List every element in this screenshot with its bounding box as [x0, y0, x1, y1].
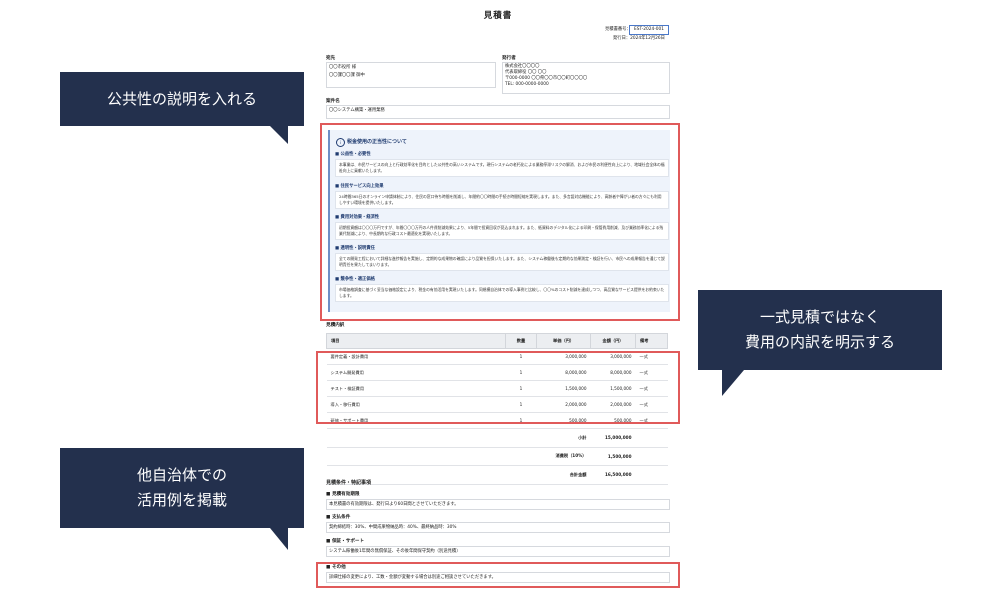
condition-text-3: システム稼働後1年間の無償保証、その後年間保守契約（別途見積） [326, 546, 670, 557]
subject-box: 〇〇システム構築・運用業務 [326, 105, 670, 119]
conditions-label: 見積条件・特記事項 [326, 480, 372, 486]
issuer-line-4: TEL: 000-0000-0000 [505, 82, 549, 87]
callout-1-pointer [270, 126, 288, 144]
issuer-box: 株式会社〇〇〇〇 代表取締役 〇〇 〇〇 〒000-0000 〇〇県〇〇市〇〇町… [502, 62, 670, 94]
recipient-line-2: 〇〇課〇〇課 御中 [329, 73, 365, 78]
table-header-row: 項目 数量 単価（円） 金額（円） 備考 [326, 333, 668, 349]
callout-2-pointer [722, 370, 744, 396]
subtotal-label: 小計 [536, 428, 591, 448]
recipient-line-1: 〇〇市役所 様 [329, 65, 357, 70]
header-amount: 金額（円） [590, 333, 636, 349]
tax-label: 消費税（10%） [536, 447, 591, 466]
issuer-line-1: 株式会社〇〇〇〇 [505, 64, 540, 69]
callout-1-text: 公共性の説明を入れる [106, 89, 257, 108]
callout-3-pointer [270, 528, 288, 550]
condition-title-3: ■ 保証・サポート [326, 539, 365, 544]
callout-other-municipalities: 他自治体での 活用例を掲載 [60, 448, 304, 528]
header-item: 項目 [326, 333, 506, 349]
callout-3-line-2: 活用例を掲載 [136, 491, 227, 509]
header-unit: 単価（円） [536, 333, 591, 349]
estimate-no-label: 見積書番号： [605, 27, 631, 32]
recipient-box: 〇〇市役所 様 〇〇課〇〇課 御中 [326, 62, 496, 88]
total-row: 合計金額 16,500,000 [326, 465, 668, 485]
subject-label: 案件名 [326, 99, 340, 104]
callout-3-line-1: 他自治体での [136, 466, 227, 484]
document-title: 見積書 [483, 11, 513, 21]
subtotal-row: 小計 15,000,000 [326, 428, 668, 448]
tax-value: 1,500,000 [590, 447, 636, 466]
estimate-no-field[interactable]: EST-2024-001 [629, 25, 669, 35]
callout-2-line-1: 一式見積ではなく [759, 308, 880, 326]
highlight-justification [320, 123, 680, 321]
callout-breakdown: 一式見積ではなく 費用の内訳を明示する [698, 290, 942, 370]
header-qty: 数量 [505, 333, 537, 349]
highlight-other-condition [316, 562, 680, 588]
issuer-label: 発行者 [502, 56, 516, 61]
subject-value: 〇〇システム構築・運用業務 [329, 108, 385, 113]
breakdown-label: 見積内訳 [326, 323, 345, 328]
highlight-breakdown [316, 351, 680, 424]
total-value: 16,500,000 [590, 465, 636, 485]
condition-title-1: ■ 見積有効期限 [326, 492, 360, 497]
tax-row: 消費税（10%） 1,500,000 [326, 447, 668, 466]
condition-text-2: 契約締結時：30%、中間成果物納品時：40%、最終納品時：30% [326, 522, 670, 533]
condition-title-2: ■ 支払条件 [326, 515, 351, 520]
callout-public-interest: 公共性の説明を入れる [60, 72, 304, 126]
callout-2-line-2: 費用の内訳を明示する [744, 333, 895, 351]
issue-date: 発行日：2024年12月26日 [613, 36, 665, 41]
recipient-label: 宛先 [326, 56, 336, 61]
total-label: 合計金額 [536, 465, 591, 485]
condition-text-1: 本見積書の有効期限は、発行日より60日間とさせていただきます。 [326, 499, 670, 510]
subtotal-value: 15,000,000 [590, 428, 636, 448]
header-note: 備考 [635, 333, 668, 349]
